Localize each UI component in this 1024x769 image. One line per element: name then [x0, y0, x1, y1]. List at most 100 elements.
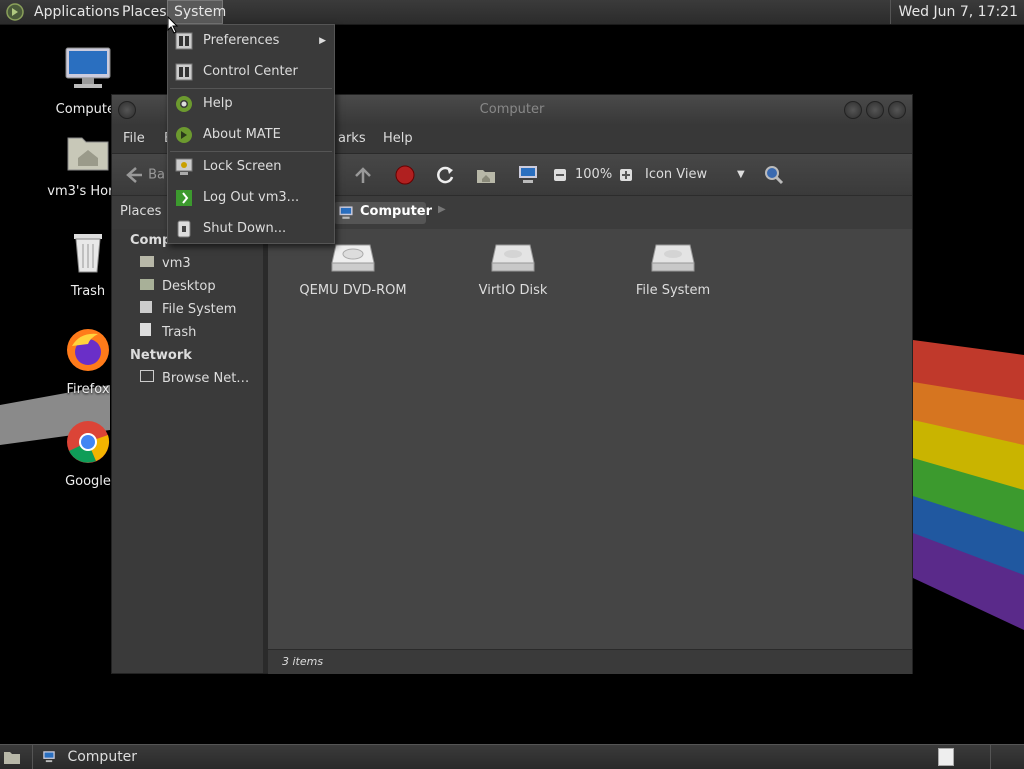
stop-button[interactable] [394, 164, 416, 186]
home-button[interactable] [475, 164, 497, 186]
places-menu[interactable]: Places [116, 0, 173, 24]
sidebar-item-desktop[interactable]: Desktop [140, 277, 216, 297]
panel-separator [990, 745, 991, 769]
menu-file[interactable]: File [123, 125, 145, 153]
trash-icon [140, 323, 151, 336]
hard-disk-icon [140, 301, 152, 313]
back-button[interactable]: Ba [122, 164, 165, 186]
reload-button[interactable] [434, 164, 456, 186]
file-item-virtio[interactable]: VirtIO Disk [443, 241, 583, 298]
sidebar-item-vm3[interactable]: vm3 [140, 254, 191, 274]
search-button[interactable] [763, 164, 785, 186]
control-center-icon [175, 63, 193, 81]
home-folder-icon [67, 137, 109, 171]
zoom-in-button[interactable] [619, 164, 633, 186]
chrome-icon [67, 421, 110, 463]
menu-item-preferences[interactable]: Preferences ▶ [168, 26, 334, 56]
zoom-level[interactable]: 100% [575, 164, 612, 186]
bottom-panel: Computer [0, 744, 1024, 769]
mate-icon [176, 127, 192, 143]
sidebar-item-label: File System [162, 302, 237, 317]
firefox-icon [67, 329, 109, 371]
home-folder-icon [140, 256, 154, 267]
preferences-icon [175, 32, 193, 50]
sidebar: Computer vm3 Desktop File System Trash N… [112, 229, 263, 649]
view-mode-select[interactable]: Icon View ▼ [645, 164, 749, 186]
menu-item-label: About MATE [203, 127, 281, 142]
sidebar-item-label: vm3 [162, 256, 191, 271]
menu-item-label: Lock Screen [203, 159, 282, 174]
sidebar-item-label: Browse Net… [162, 371, 250, 386]
desktop-folder-icon [140, 279, 154, 290]
clock[interactable]: Wed Jun 7, 17:21 [889, 0, 1024, 24]
back-label: Ba [148, 167, 166, 183]
window-title: Computer [479, 102, 545, 117]
hard-disk-icon [651, 244, 695, 272]
computer-icon [339, 206, 353, 219]
mouse-cursor-icon [167, 16, 179, 34]
chevron-down-icon: ▼ [737, 169, 745, 180]
computer-icon [519, 166, 537, 183]
sidebar-item-browse-network[interactable]: Browse Net… [140, 369, 249, 389]
search-icon [765, 166, 784, 185]
optical-drive-icon [331, 244, 375, 272]
file-item-label: File System [635, 283, 711, 298]
up-arrow-icon [355, 167, 371, 183]
menu-item-help[interactable]: Help [168, 89, 334, 119]
breadcrumb-label: Computer [360, 204, 433, 219]
maximize-icon[interactable] [866, 101, 884, 119]
minimize-icon[interactable] [844, 101, 862, 119]
file-item-label: QEMU DVD-ROM [299, 283, 407, 298]
logout-icon [176, 190, 192, 206]
menu-item-log-out[interactable]: Log Out vm3... [168, 183, 334, 213]
stop-icon [395, 165, 415, 185]
window-menu-icon[interactable] [118, 101, 136, 119]
submenu-arrow-icon: ▶ [319, 36, 326, 46]
file-item-filesystem[interactable]: File System [603, 241, 743, 298]
sidebar-item-label: Trash [162, 325, 197, 340]
file-item-dvd[interactable]: QEMU DVD-ROM [283, 241, 423, 298]
menu-item-control-center[interactable]: Control Center [168, 57, 334, 87]
computer-button[interactable] [517, 164, 539, 186]
lock-screen-icon [175, 158, 193, 175]
status-text: 3 items [282, 655, 324, 668]
computer-icon [43, 751, 55, 763]
hard-disk-icon [491, 244, 535, 272]
view-mode-label: Icon View [645, 167, 708, 182]
mate-logo-icon[interactable] [6, 3, 24, 21]
help-icon [176, 96, 192, 112]
close-icon[interactable] [888, 101, 906, 119]
reload-icon [437, 166, 454, 184]
system-dropdown-menu: Preferences ▶ Control Center Help About … [167, 24, 335, 244]
zoom-out-icon [554, 168, 566, 181]
menu-help[interactable]: Help [383, 125, 413, 153]
show-desktop-icon[interactable] [3, 749, 21, 765]
taskbar-label: Computer [67, 749, 138, 765]
menu-item-label: Control Center [203, 64, 298, 79]
breadcrumb-computer[interactable]: Computer [334, 202, 432, 224]
menu-bookmarks[interactable]: arks [338, 125, 366, 153]
back-arrow-icon [126, 167, 142, 183]
applications-menu[interactable]: Applications [28, 0, 126, 24]
statusbar: 3 items [268, 649, 912, 674]
file-item-label: VirtIO Disk [478, 283, 548, 298]
menu-item-label: Preferences [203, 33, 280, 48]
shutdown-icon [177, 220, 191, 238]
places-dropdown[interactable]: Places [120, 204, 161, 219]
sidebar-header-network: Network [130, 348, 192, 363]
menu-item-lock-screen[interactable]: Lock Screen [168, 152, 334, 182]
zoom-in-icon [620, 168, 632, 181]
sidebar-item-trash[interactable]: Trash [140, 323, 196, 343]
network-icon [140, 370, 154, 382]
sidebar-item-filesystem[interactable]: File System [140, 300, 236, 320]
workspace-switcher[interactable] [938, 748, 954, 766]
trash-icon [74, 234, 102, 273]
computer-icon [65, 47, 111, 88]
menu-item-shut-down[interactable]: Shut Down... [168, 214, 334, 244]
zoom-out-button[interactable] [553, 164, 567, 186]
taskbar-button-computer[interactable]: Computer [32, 745, 137, 769]
breadcrumb-next-icon[interactable]: ▶ [438, 204, 446, 215]
menu-item-about-mate[interactable]: About MATE [168, 120, 334, 150]
up-button[interactable] [352, 164, 374, 186]
menu-item-label: Shut Down... [203, 221, 287, 236]
